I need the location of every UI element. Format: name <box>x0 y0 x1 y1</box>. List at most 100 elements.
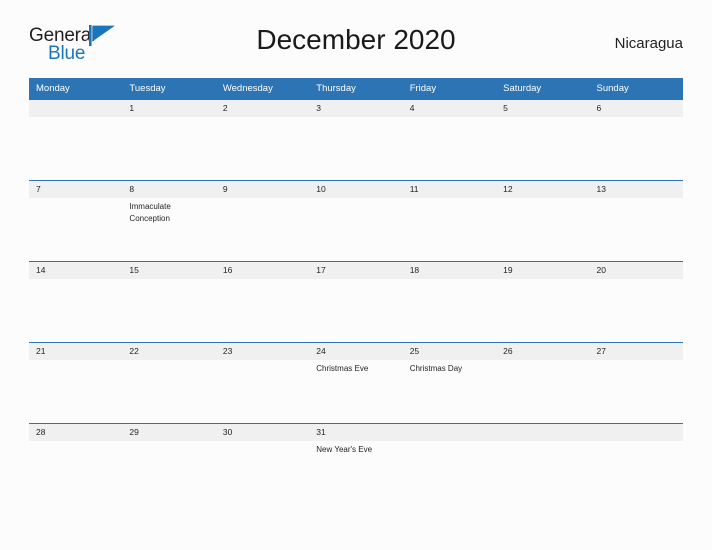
day-number: 30 <box>215 424 310 441</box>
day-8[interactable]: 8 Immaculate Conception <box>122 180 216 261</box>
weekday-header-thursday: Thursday <box>309 78 403 99</box>
calendar-day-cell[interactable]: 17 <box>309 261 403 342</box>
day-11[interactable]: 11 <box>402 180 497 261</box>
day-31[interactable]: 31 New Year's Eve <box>309 423 403 504</box>
calendar-day-cell[interactable] <box>589 423 683 504</box>
country-label: Nicaragua <box>614 35 683 52</box>
calendar-day-cell[interactable]: 27 <box>589 342 683 423</box>
day-events <box>403 117 496 120</box>
calendar-day-cell[interactable]: 25 Christmas Day <box>402 342 497 423</box>
day-26[interactable]: 26 <box>496 342 590 423</box>
day-number: 2 <box>215 100 310 117</box>
day-30[interactable]: 30 <box>215 423 310 504</box>
calendar-day-cell[interactable]: 9 <box>215 180 310 261</box>
day-1[interactable]: 1 <box>122 99 216 180</box>
calendar-day-cell[interactable]: 31 New Year's Eve <box>309 423 403 504</box>
calendar-day-cell[interactable]: 24 Christmas Eve <box>309 342 403 423</box>
day-number <box>589 424 683 441</box>
day-number: 3 <box>309 100 403 117</box>
calendar-day-cell[interactable]: 30 <box>215 423 310 504</box>
calendar-day-cell[interactable] <box>29 99 123 180</box>
calendar-week-row: 28 29 30 31 New Year's Eve <box>29 423 683 504</box>
day-events <box>496 117 589 120</box>
day-15[interactable]: 15 <box>122 261 216 342</box>
day-empty[interactable] <box>29 99 123 180</box>
calendar-day-cell[interactable]: 4 <box>402 99 497 180</box>
day-10[interactable]: 10 <box>309 180 403 261</box>
calendar-day-cell[interactable]: 15 <box>122 261 216 342</box>
day-20[interactable]: 20 <box>589 261 683 342</box>
day-empty[interactable] <box>589 423 683 504</box>
day-events: New Year's Eve <box>309 441 402 456</box>
day-events <box>590 117 683 120</box>
day-9[interactable]: 9 <box>215 180 310 261</box>
day-2[interactable]: 2 <box>215 99 310 180</box>
calendar-day-cell[interactable]: 11 <box>402 180 497 261</box>
day-events <box>403 279 496 282</box>
day-3[interactable]: 3 <box>309 99 403 180</box>
day-27[interactable]: 27 <box>589 342 683 423</box>
day-18[interactable]: 18 <box>402 261 497 342</box>
day-events <box>216 198 309 201</box>
day-22[interactable]: 22 <box>122 342 216 423</box>
calendar-day-cell[interactable]: 20 <box>589 261 683 342</box>
calendar-day-cell[interactable]: 29 <box>122 423 216 504</box>
calendar-day-cell[interactable]: 22 <box>122 342 216 423</box>
calendar-day-cell[interactable]: 6 <box>589 99 683 180</box>
calendar-day-cell[interactable]: 26 <box>496 342 590 423</box>
event-label: Christmas Day <box>409 364 463 373</box>
day-14[interactable]: 14 <box>29 261 123 342</box>
calendar-day-cell[interactable]: 1 <box>122 99 216 180</box>
calendar-day-cell[interactable]: 14 <box>29 261 123 342</box>
calendar-week-row: 7 8 Immaculate Conception 9 10 11 12 13 <box>29 180 683 261</box>
day-29[interactable]: 29 <box>122 423 216 504</box>
day-24[interactable]: 24 Christmas Eve <box>309 342 403 423</box>
day-number <box>496 424 590 441</box>
day-events <box>216 441 309 444</box>
calendar-day-cell[interactable]: 23 <box>215 342 310 423</box>
weekday-header-tuesday: Tuesday <box>122 78 216 99</box>
calendar-day-cell[interactable]: 12 <box>496 180 590 261</box>
day-empty[interactable] <box>496 423 590 504</box>
day-13[interactable]: 13 <box>589 180 683 261</box>
day-16[interactable]: 16 <box>215 261 310 342</box>
day-number: 1 <box>122 100 216 117</box>
day-number: 24 <box>309 343 403 360</box>
day-17[interactable]: 17 <box>309 261 403 342</box>
day-events <box>309 198 402 201</box>
calendar-day-cell[interactable]: 2 <box>215 99 310 180</box>
day-events: Christmas Eve <box>309 360 402 375</box>
day-25[interactable]: 25 Christmas Day <box>402 342 497 423</box>
calendar-day-cell[interactable] <box>496 423 590 504</box>
calendar-day-cell[interactable]: 28 <box>29 423 123 504</box>
day-4[interactable]: 4 <box>402 99 497 180</box>
calendar-grid: Monday Tuesday Wednesday Thursday Friday… <box>29 78 683 504</box>
calendar-day-cell[interactable] <box>402 423 497 504</box>
calendar-day-cell[interactable]: 8 Immaculate Conception <box>122 180 216 261</box>
day-number: 10 <box>309 181 403 198</box>
day-28[interactable]: 28 <box>29 423 123 504</box>
calendar-day-cell[interactable]: 10 <box>309 180 403 261</box>
day-7[interactable]: 7 <box>29 180 123 261</box>
calendar-day-cell[interactable]: 16 <box>215 261 310 342</box>
calendar-day-cell[interactable]: 7 <box>29 180 123 261</box>
day-number: 21 <box>29 343 123 360</box>
calendar-day-cell[interactable]: 5 <box>496 99 590 180</box>
day-empty[interactable] <box>402 423 497 504</box>
day-23[interactable]: 23 <box>215 342 310 423</box>
calendar-day-cell[interactable]: 19 <box>496 261 590 342</box>
day-events <box>29 117 122 120</box>
day-number: 26 <box>496 343 590 360</box>
day-events <box>122 279 215 282</box>
day-5[interactable]: 5 <box>496 99 590 180</box>
calendar-day-cell[interactable]: 13 <box>589 180 683 261</box>
calendar-day-cell[interactable]: 18 <box>402 261 497 342</box>
day-events <box>496 441 589 444</box>
calendar-day-cell[interactable]: 3 <box>309 99 403 180</box>
calendar-day-cell[interactable]: 21 <box>29 342 123 423</box>
day-19[interactable]: 19 <box>496 261 590 342</box>
day-events <box>590 441 683 444</box>
day-21[interactable]: 21 <box>29 342 123 423</box>
day-12[interactable]: 12 <box>496 180 590 261</box>
day-6[interactable]: 6 <box>589 99 683 180</box>
